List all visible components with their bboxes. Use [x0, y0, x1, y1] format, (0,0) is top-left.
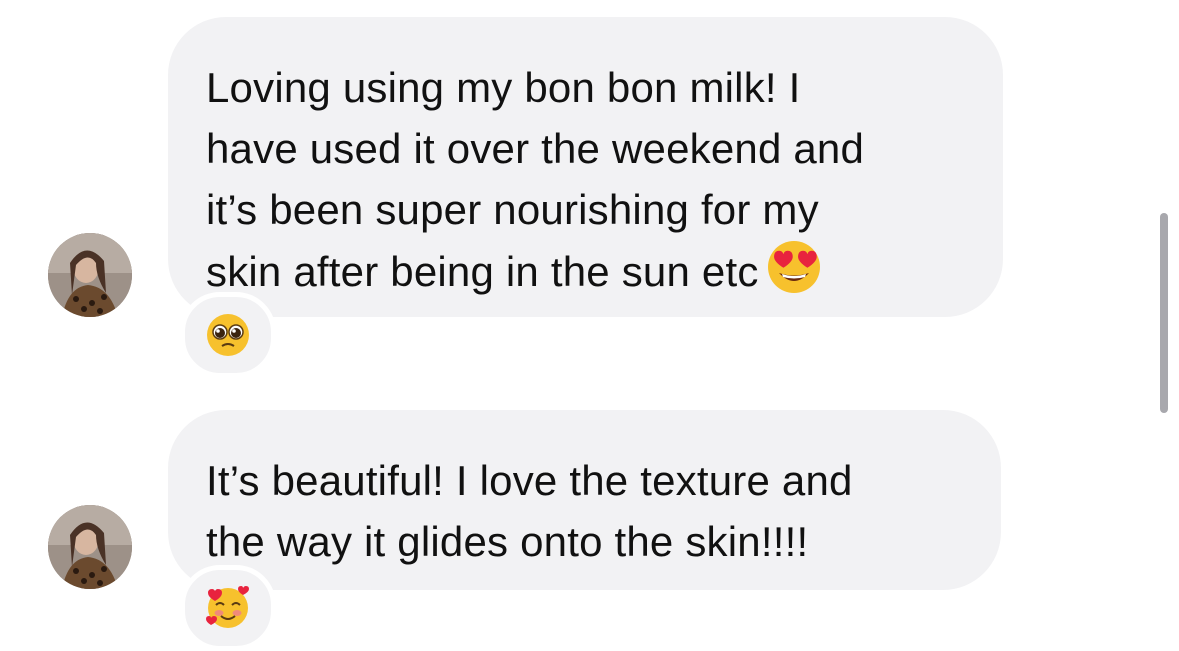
sender-avatar[interactable] — [48, 233, 132, 317]
profile-photo-icon — [48, 233, 132, 317]
reaction-badge[interactable] — [180, 292, 276, 378]
scrollbar-thumb[interactable] — [1160, 213, 1168, 413]
pleading-face-icon — [207, 314, 249, 356]
reaction-badge[interactable] — [180, 565, 276, 651]
message-bubble[interactable]: Loving using my bon bon milk! I have use… — [168, 17, 1003, 317]
profile-photo-icon — [48, 505, 132, 589]
heart-eyes-emoji-icon — [767, 240, 821, 310]
sender-avatar[interactable] — [48, 505, 132, 589]
message-text: Loving using my bon bon milk! I have use… — [206, 57, 973, 310]
smiling-face-with-hearts-icon — [206, 586, 249, 628]
message-text: It’s beautiful! I love the texture and t… — [206, 457, 853, 565]
message-bubble[interactable]: It’s beautiful! I love the texture and t… — [168, 410, 1001, 590]
